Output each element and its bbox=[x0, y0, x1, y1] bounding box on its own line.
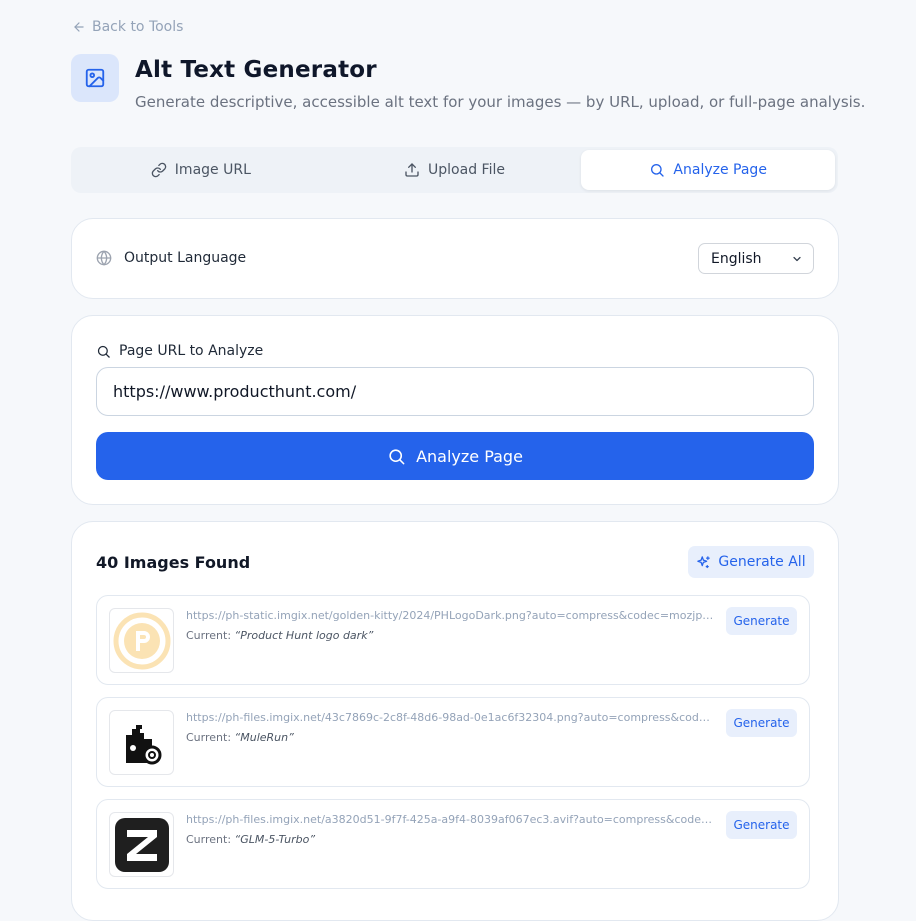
image-row: https://ph-files.imgix.net/a3820d51-9f7f… bbox=[96, 799, 810, 889]
page-url-label-group: Page URL to Analyze bbox=[96, 343, 263, 359]
search-icon bbox=[97, 345, 110, 358]
back-to-tools-link[interactable]: Back to Tools bbox=[72, 19, 183, 35]
image-thumbnail bbox=[109, 608, 174, 673]
current-alt-value: “Product Hunt logo dark” bbox=[234, 629, 374, 642]
tab-label: Image URL bbox=[174, 162, 251, 178]
page-subtitle: Generate descriptive, accessible alt tex… bbox=[135, 93, 866, 111]
generate-button[interactable]: Generate bbox=[726, 709, 797, 737]
mulerun-logo-thumbnail bbox=[125, 724, 161, 764]
link-icon bbox=[151, 162, 167, 178]
product-hunt-logo-thumbnail bbox=[113, 612, 170, 669]
page-url-input[interactable] bbox=[96, 367, 814, 416]
output-language-label: Output Language bbox=[124, 250, 247, 266]
current-alt-value: “GLM-5-Turbo” bbox=[234, 833, 316, 846]
image-url: https://ph-files.imgix.net/43c7869c-2c8f… bbox=[186, 711, 714, 724]
tab-analyze-page[interactable]: Analyze Page bbox=[581, 150, 836, 190]
search-icon bbox=[389, 448, 405, 464]
analyze-button-label: Analyze Page bbox=[416, 446, 523, 466]
upload-icon bbox=[405, 163, 419, 177]
analyze-page-card: Page URL to Analyze Analyze Page bbox=[71, 315, 839, 505]
tab-image-url[interactable]: Image URL bbox=[74, 150, 328, 190]
image-thumbnail bbox=[109, 812, 174, 877]
generate-button[interactable]: Generate bbox=[726, 607, 797, 635]
output-language-label-group: Output Language bbox=[96, 250, 246, 266]
page-title: Alt Text Generator bbox=[135, 57, 377, 83]
search-icon bbox=[651, 164, 665, 177]
images-found-card: 40 Images Found Generate All https://ph-… bbox=[71, 521, 839, 921]
current-prefix: Current: bbox=[186, 629, 232, 642]
current-alt-text: Current: “MuleRun” bbox=[186, 731, 294, 744]
images-found-title: 40 Images Found bbox=[96, 553, 251, 572]
tab-upload-file[interactable]: Upload File bbox=[328, 150, 582, 190]
image-url: https://ph-static.imgix.net/golden-kitty… bbox=[186, 609, 714, 622]
glm-logo-thumbnail bbox=[114, 817, 169, 872]
back-link-label: Back to Tools bbox=[92, 19, 184, 35]
current-alt-value: “MuleRun” bbox=[234, 731, 294, 744]
globe-icon bbox=[96, 250, 112, 266]
language-selected-value: English bbox=[711, 250, 762, 267]
sparkles-icon bbox=[697, 555, 711, 568]
current-alt-text: Current: “GLM-5-Turbo” bbox=[186, 833, 315, 846]
image-row: https://ph-files.imgix.net/43c7869c-2c8f… bbox=[96, 697, 810, 787]
generate-all-label: Generate All bbox=[718, 554, 806, 570]
analyze-page-button[interactable]: Analyze Page bbox=[96, 432, 814, 480]
current-prefix: Current: bbox=[186, 833, 232, 846]
arrow-left-icon bbox=[74, 22, 84, 32]
image-icon bbox=[71, 54, 119, 102]
generate-all-button[interactable]: Generate All bbox=[688, 546, 814, 578]
language-select[interactable]: English bbox=[698, 243, 814, 274]
tab-label: Upload File bbox=[428, 162, 505, 178]
generate-button[interactable]: Generate bbox=[726, 811, 797, 839]
image-url: https://ph-files.imgix.net/a3820d51-9f7f… bbox=[186, 813, 714, 826]
current-prefix: Current: bbox=[186, 731, 232, 744]
mode-tabs: Image URL Upload File Analyze Page bbox=[71, 147, 838, 193]
current-alt-text: Current: “Product Hunt logo dark” bbox=[186, 629, 373, 642]
output-language-card: Output Language English bbox=[71, 218, 839, 299]
tab-label: Analyze Page bbox=[673, 162, 767, 178]
chevron-down-icon bbox=[793, 256, 801, 261]
image-row: https://ph-static.imgix.net/golden-kitty… bbox=[96, 595, 810, 685]
image-thumbnail bbox=[109, 710, 174, 775]
page-url-label: Page URL to Analyze bbox=[119, 343, 264, 359]
